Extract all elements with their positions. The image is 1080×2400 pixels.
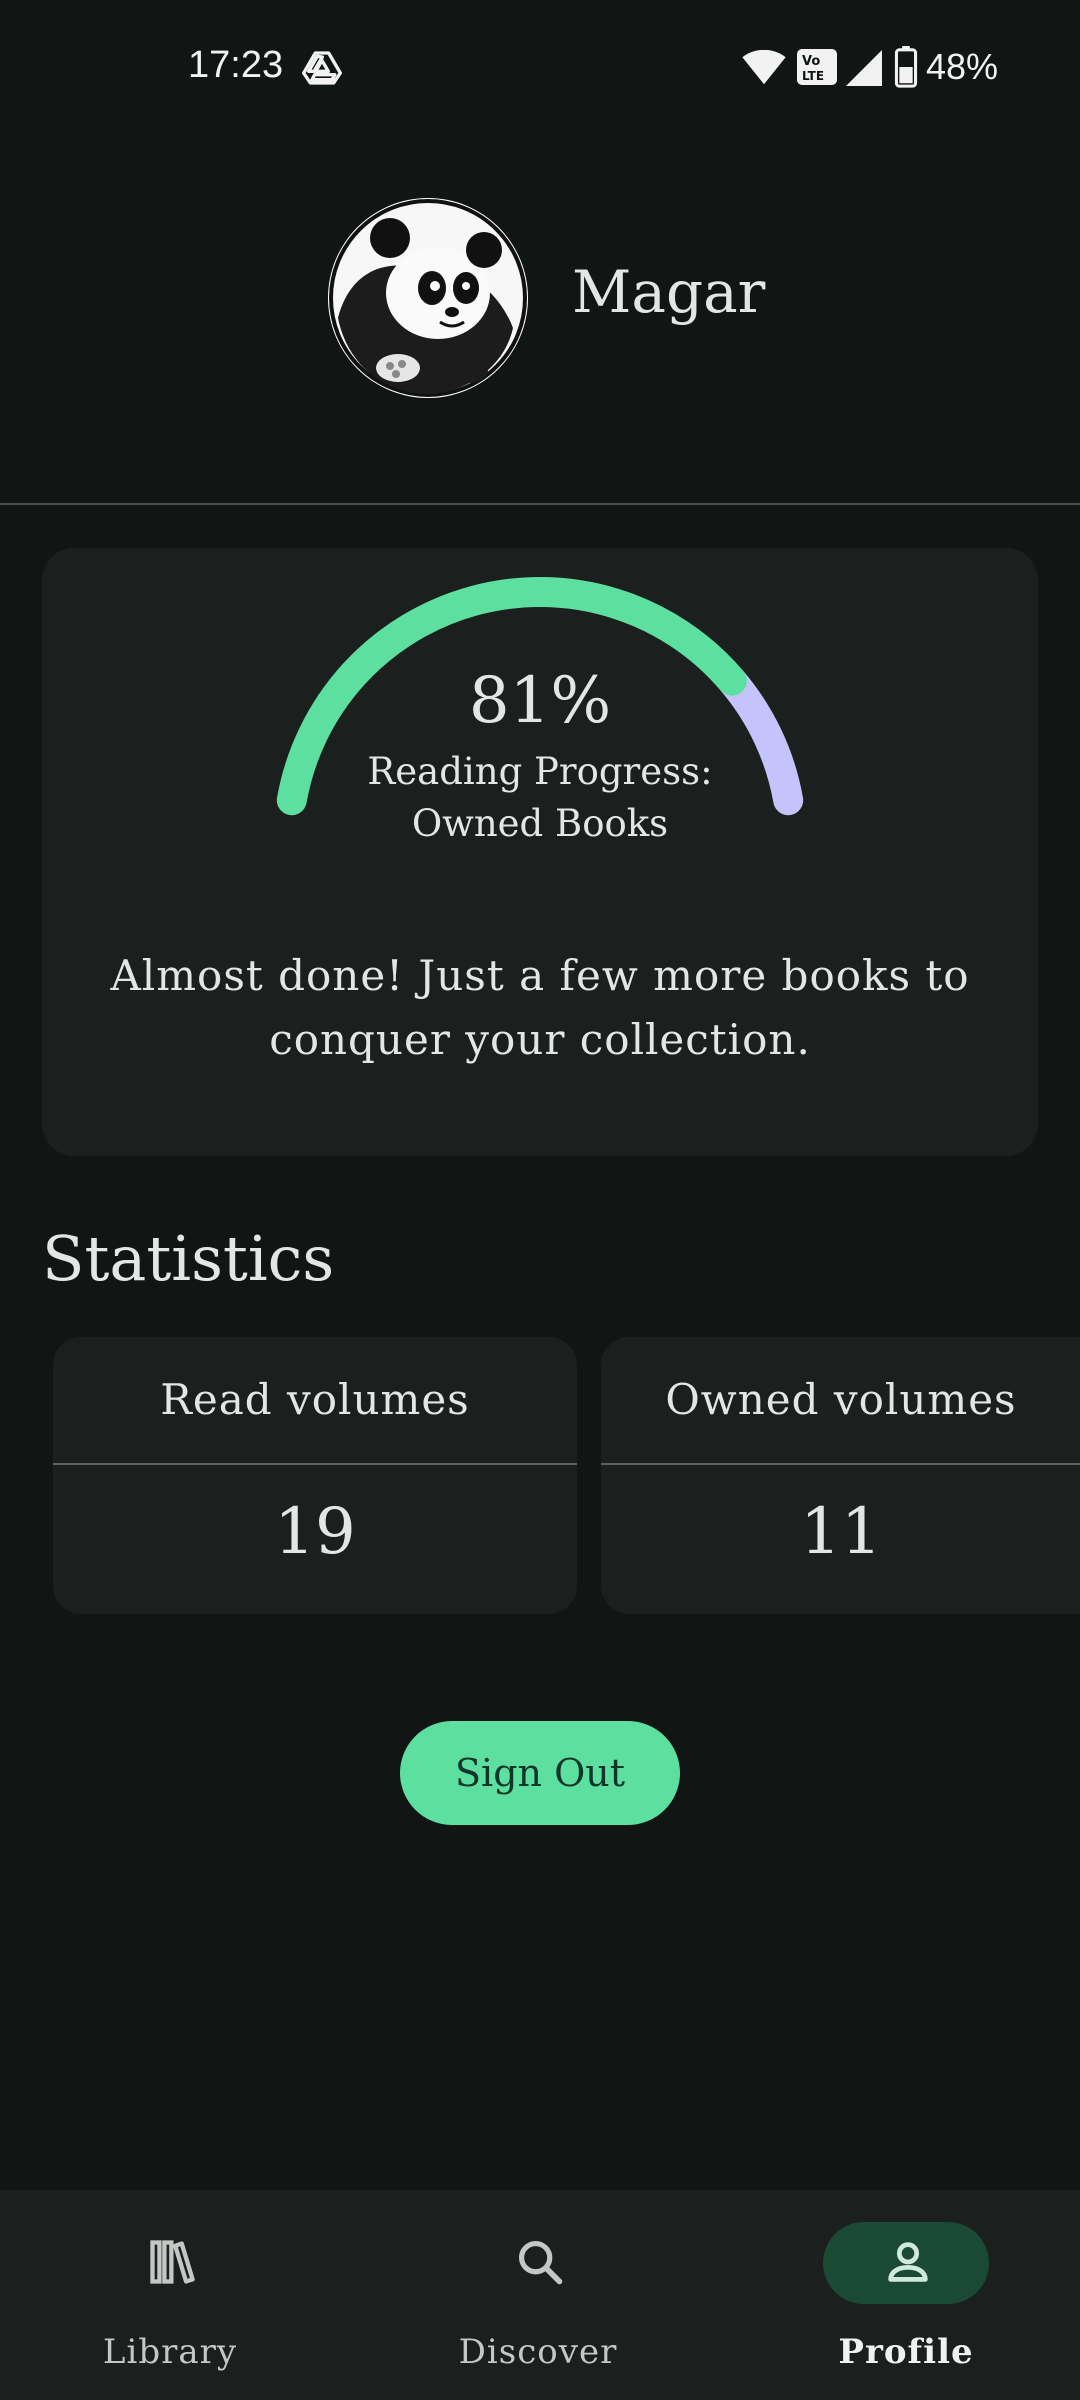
library-icon (150, 2240, 195, 2284)
profile-screen: 17:23 Vo LTE 48% Magar 81% Reading Progr… (0, 0, 1080, 2400)
progress-label-line1: Reading Progress: (367, 750, 713, 793)
person-icon (888, 2242, 928, 2282)
statistics-title: Statistics (42, 1222, 335, 1295)
avatar[interactable] (328, 198, 528, 398)
status-icons: Vo LTE 48% (742, 46, 1002, 90)
stat-divider (53, 1463, 577, 1465)
nav-label: Profile (838, 2332, 974, 2372)
nav-item-profile[interactable]: Profile (756, 2190, 1056, 2400)
reading-progress-card: 81% Reading Progress: Owned Books Almost… (42, 548, 1038, 1156)
status-bar: 17:23 Vo LTE 48% (0, 0, 1080, 134)
wifi-icon (742, 50, 786, 85)
nav-label: Library (102, 2332, 238, 2372)
stat-card-owned-volumes: Owned volumes 11 (601, 1337, 1080, 1614)
drive-icon (302, 51, 342, 85)
sign-out-button[interactable]: Sign Out (400, 1721, 680, 1825)
nav-label: Discover (458, 2332, 618, 2372)
progress-label-line2: Owned Books (411, 802, 669, 845)
stat-label: Owned volumes (665, 1375, 1017, 1424)
svg-text:LTE: LTE (802, 69, 824, 83)
bottom-navigation: Library Discover Profile (0, 2190, 1080, 2400)
panda-avatar-icon (329, 199, 527, 397)
signal-icon (846, 50, 882, 86)
stat-value: 11 (800, 1495, 882, 1569)
volte-icon: Vo LTE (797, 49, 837, 85)
search-icon (518, 2240, 563, 2285)
status-time: 17:23 (188, 44, 284, 86)
nav-item-discover[interactable]: Discover (388, 2190, 688, 2400)
battery-icon (894, 46, 918, 88)
divider (0, 503, 1080, 505)
progress-message: Almost done! Just a few more books to co… (110, 951, 970, 1064)
username: Magar (572, 258, 766, 326)
battery-percent: 48% (926, 46, 999, 87)
stat-card-read-volumes: Read volumes 19 (53, 1337, 577, 1614)
nav-item-library[interactable]: Library (20, 2190, 320, 2400)
svg-text:Vo: Vo (802, 54, 820, 69)
stat-divider (601, 1463, 1080, 1465)
stat-value: 19 (274, 1495, 356, 1569)
stat-label: Read volumes (160, 1375, 470, 1424)
progress-percent: 81% (468, 664, 612, 738)
